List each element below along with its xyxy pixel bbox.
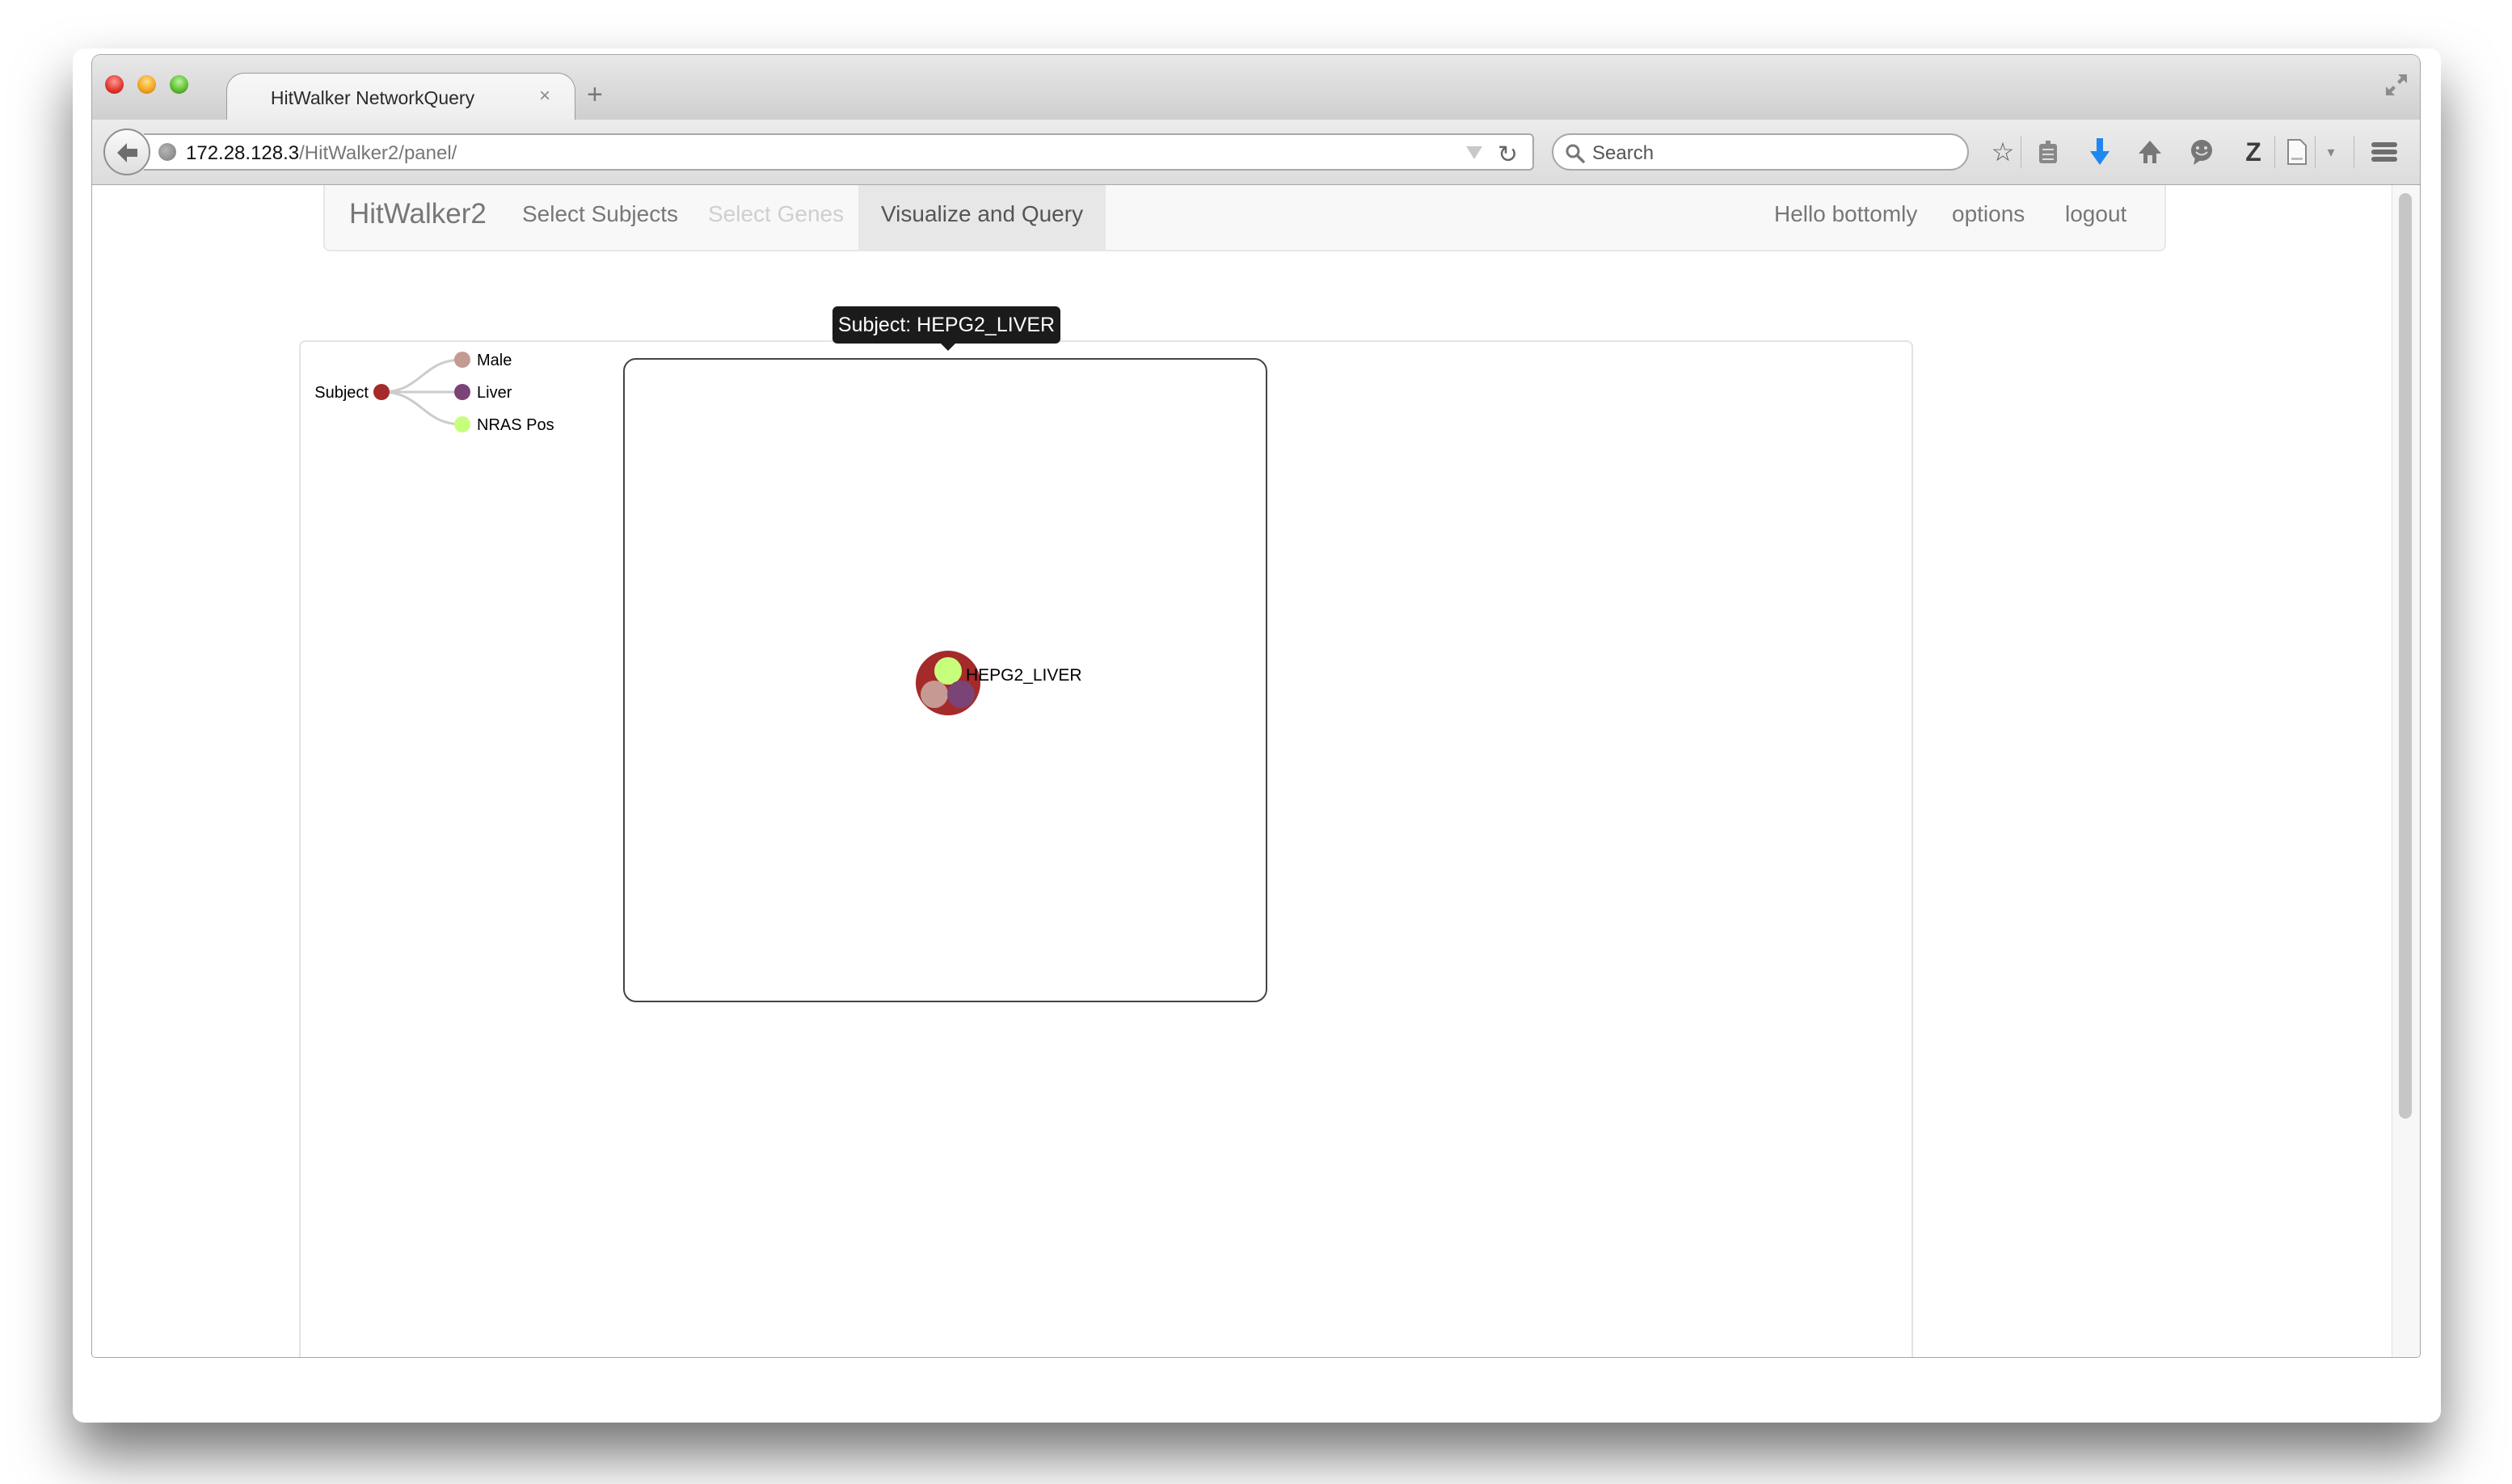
nav-select-genes: Select Genes — [708, 201, 845, 226]
node-attribute-liver — [947, 681, 975, 708]
app-navbar: HitWalker2 Select Subjects Select Genes … — [323, 185, 2166, 251]
minimize-window-button[interactable] — [137, 75, 156, 94]
reload-icon[interactable]: ↻ — [1498, 141, 1518, 169]
vertical-scrollbar[interactable] — [2392, 185, 2420, 1357]
globe-icon — [158, 143, 176, 161]
downloads-icon[interactable] — [2085, 137, 2114, 167]
legend-root-node[interactable] — [373, 384, 390, 400]
url-path: /HitWalker2/panel/ — [299, 142, 457, 164]
tab-title: HitWalker NetworkQuery — [270, 87, 475, 108]
legend-link — [381, 390, 463, 426]
legend-root-label: Subject — [314, 384, 369, 402]
node-attribute-nras-pos — [934, 657, 962, 685]
new-tab-button[interactable]: + — [587, 81, 603, 108]
nav-logout[interactable]: logout — [2042, 185, 2149, 250]
browser-tab[interactable]: HitWalker NetworkQuery × — [226, 73, 575, 121]
node-tooltip: Subject: HEPG2_LIVER — [832, 306, 1060, 344]
search-placeholder: Search — [1592, 142, 1654, 164]
nav-hello-user[interactable]: Hello bottomly — [1751, 185, 1940, 250]
reading-list-icon[interactable] — [2034, 137, 2063, 167]
legend-tree: Subject Male Liver NRAS Pos — [314, 352, 554, 434]
nav-options[interactable]: options — [1929, 185, 2047, 250]
network-graph[interactable]: HEPG2_LIVER — [625, 360, 1266, 1001]
tooltip-arrow — [941, 344, 955, 351]
back-arrow-icon — [117, 143, 137, 162]
menu-icon[interactable] — [2370, 137, 2399, 167]
legend-node-nras-pos[interactable] — [454, 416, 470, 432]
search-bar[interactable]: Search — [1552, 133, 1969, 171]
legend-label: NRAS Pos — [477, 416, 554, 434]
page-icon[interactable] — [2282, 137, 2312, 167]
scrollbar-thumb[interactable] — [2399, 193, 2412, 1119]
nav-visualize-and-query[interactable]: Visualize and Query — [858, 185, 1106, 250]
node-label: HEPG2_LIVER — [966, 666, 1082, 685]
url-bar[interactable]: 172.28.128.3/HitWalker2/panel/ ↻ — [144, 133, 1534, 171]
chat-icon[interactable] — [2187, 137, 2216, 167]
legend-link — [381, 358, 463, 394]
back-button[interactable] — [103, 129, 150, 175]
visualization-panel: Subject Male Liver NRAS Pos HEPG2_LIVER — [299, 340, 1913, 1357]
url-history-dropdown-icon[interactable] — [1466, 146, 1482, 159]
close-window-button[interactable] — [105, 75, 124, 94]
tab-strip: HitWalker NetworkQuery × + — [92, 55, 2420, 121]
legend-label: Liver — [477, 384, 512, 402]
network-node[interactable]: HEPG2_LIVER — [916, 651, 1082, 715]
legend-node-male[interactable] — [454, 352, 470, 368]
network-canvas[interactable]: HEPG2_LIVER — [623, 358, 1267, 1002]
home-icon[interactable] — [2135, 137, 2164, 167]
zoom-window-button[interactable] — [170, 75, 188, 94]
fullscreen-icon[interactable] — [2384, 73, 2409, 97]
url-text[interactable]: 172.28.128.3/HitWalker2/panel/ — [186, 142, 457, 165]
tab-close-icon[interactable]: × — [539, 85, 550, 108]
toolbar-separator — [2315, 136, 2316, 168]
node-attribute-male — [921, 681, 948, 708]
page-dropdown-icon[interactable]: ▾ — [2316, 137, 2346, 167]
legend-label: Male — [477, 352, 512, 369]
zotero-icon[interactable]: Z — [2239, 137, 2268, 167]
page-content: HitWalker2 Select Subjects Select Genes … — [92, 185, 2392, 1357]
url-host: 172.28.128.3 — [186, 142, 300, 164]
search-icon — [1566, 144, 1585, 163]
nav-select-subjects[interactable]: Select Subjects — [499, 185, 701, 250]
browser-window: HitWalker NetworkQuery × + 172.28.128.3/… — [92, 55, 2420, 1357]
app-brand[interactable]: HitWalker2 — [349, 198, 487, 230]
navigation-toolbar: 172.28.128.3/HitWalker2/panel/ ↻ Search … — [92, 120, 2420, 185]
bookmark-star-icon[interactable]: ☆ — [1988, 137, 2017, 167]
legend-node-liver[interactable] — [454, 384, 470, 400]
toolbar-separator — [2274, 136, 2275, 168]
